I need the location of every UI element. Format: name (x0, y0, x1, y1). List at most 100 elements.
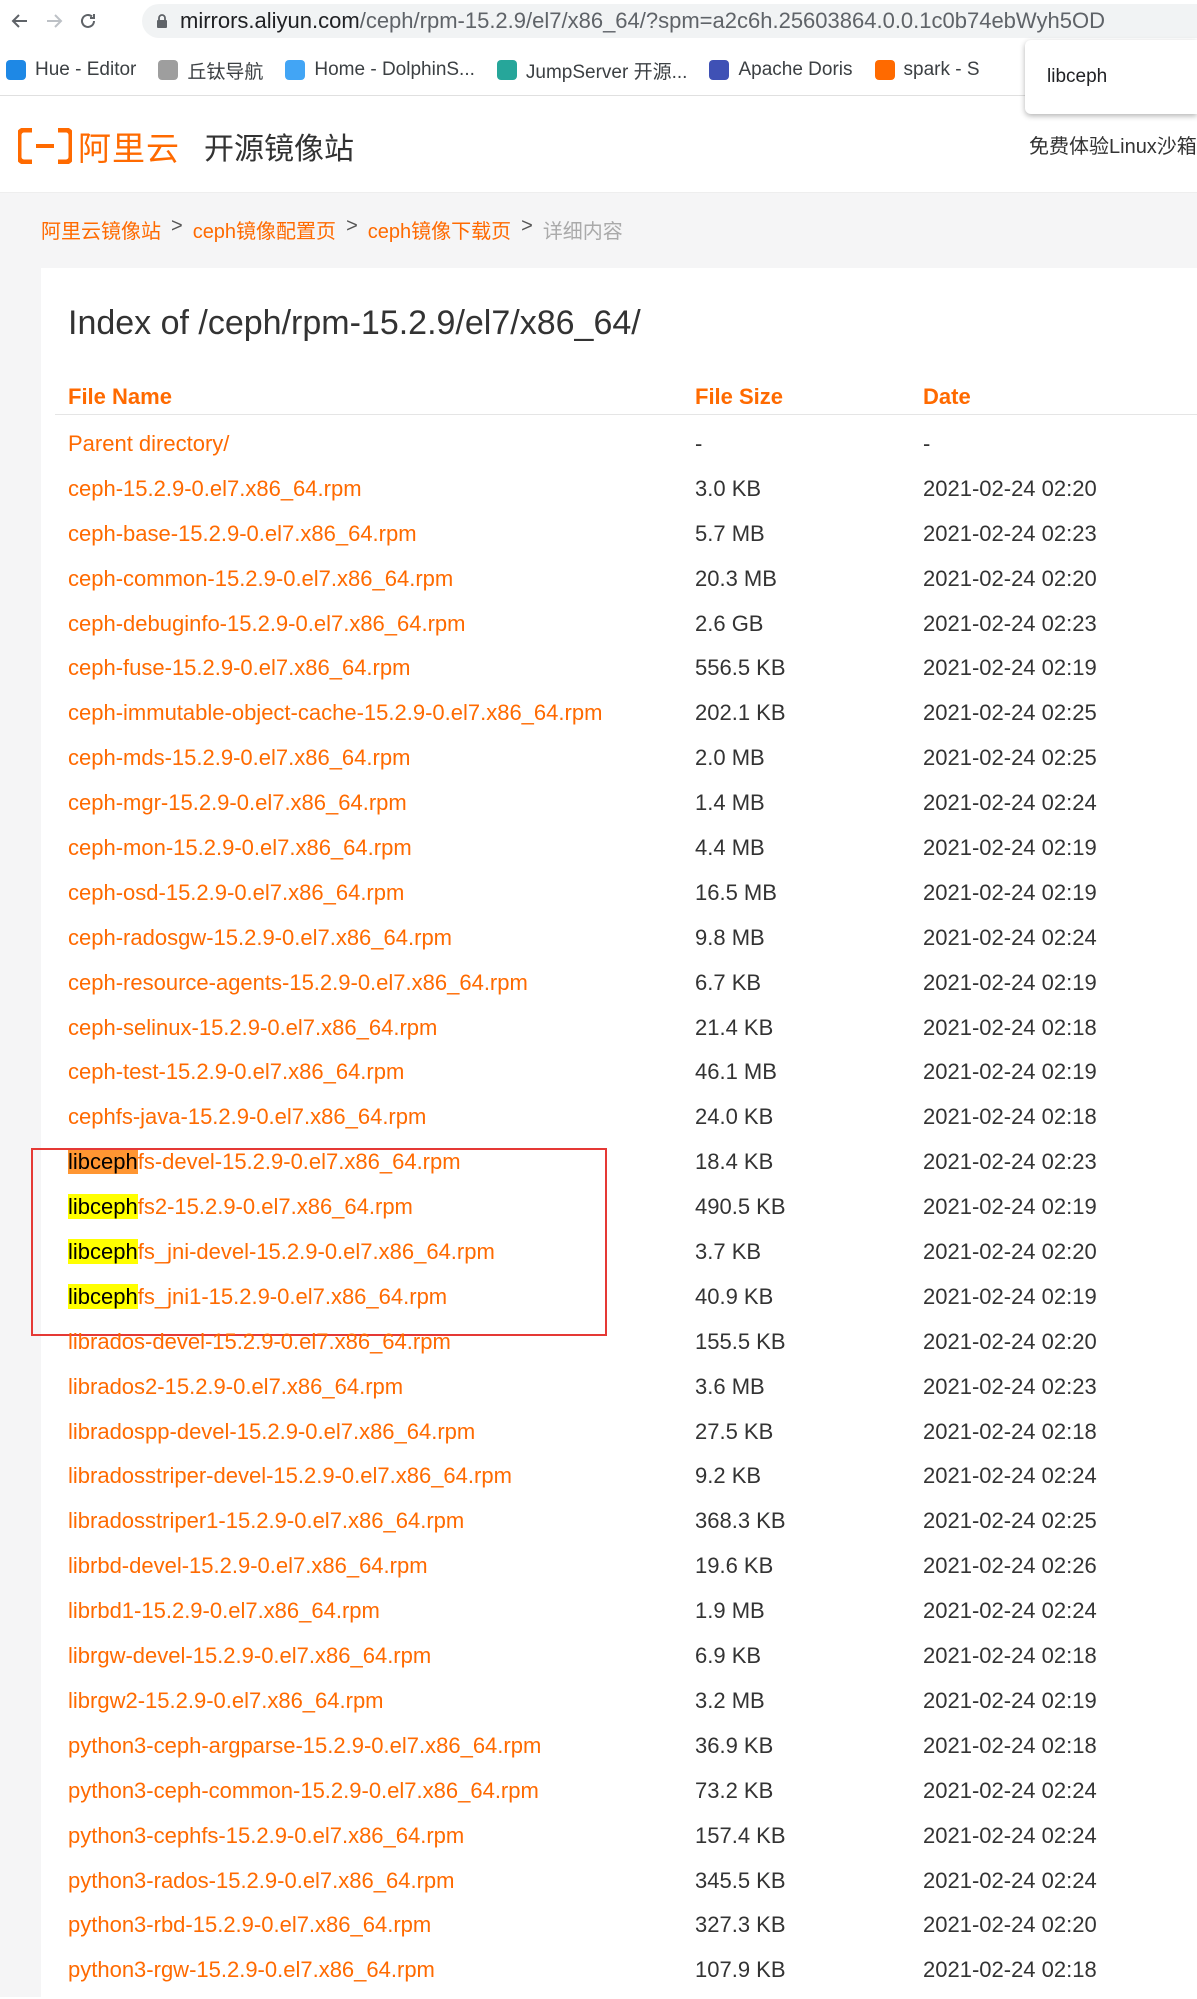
table-row: ceph-selinux-15.2.9-0.el7.x86_64.rpm 21.4… (41, 1012, 1197, 1057)
file-size: 107.9 KB (695, 1957, 786, 1983)
file-date: 2021-02-24 02:24 (923, 1598, 1097, 1624)
file-date: 2021-02-24 02:18 (923, 1104, 1097, 1130)
file-link[interactable]: libcephfs_jni1-15.2.9-0.el7.x86_64.rpm (68, 1283, 447, 1310)
sandbox-promo-link[interactable]: 免费体验Linux沙箱 (1029, 130, 1197, 159)
file-link[interactable]: librbd1-15.2.9-0.el7.x86_64.rpm (68, 1598, 380, 1624)
file-link[interactable]: librados-devel-15.2.9-0.el7.x86_64.rpm (68, 1329, 451, 1355)
file-link[interactable]: librbd-devel-15.2.9-0.el7.x86_64.rpm (68, 1553, 428, 1579)
file-link[interactable]: ceph-immutable-object-cache-15.2.9-0.el7… (68, 700, 602, 726)
file-link[interactable]: librados2-15.2.9-0.el7.x86_64.rpm (68, 1374, 403, 1400)
file-date: 2021-02-24 02:25 (923, 1508, 1097, 1534)
table-row: python3-rbd-15.2.9-0.el7.x86_64.rpm 327.3… (41, 1909, 1197, 1954)
file-link[interactable]: ceph-mon-15.2.9-0.el7.x86_64.rpm (68, 835, 412, 861)
file-date: 2021-02-24 02:24 (923, 1463, 1097, 1489)
file-link[interactable]: libradosstriper1-15.2.9-0.el7.x86_64.rpm (68, 1508, 464, 1534)
file-link-rest: fs2-15.2.9-0.el7.x86_64.rpm (137, 1194, 413, 1220)
table-row: python3-rados-15.2.9-0.el7.x86_64.rpm 345… (41, 1865, 1197, 1910)
file-link[interactable]: libcephfs2-15.2.9-0.el7.x86_64.rpm (68, 1194, 413, 1220)
file-link[interactable]: python3-rgw-15.2.9-0.el7.x86_64.rpm (68, 1957, 435, 1983)
file-link[interactable]: ceph-resource-agents-15.2.9-0.el7.x86_64… (68, 970, 528, 996)
file-date: 2021-02-24 02:19 (923, 835, 1097, 861)
file-date: 2021-02-24 02:20 (923, 475, 1097, 501)
aliyun-logo[interactable]: 阿里云 (18, 122, 180, 170)
find-in-page-bar[interactable]: libceph (1025, 40, 1197, 114)
browser-toolbar: mirrors.aliyun.com/ceph/rpm-15.2.9/el7/x… (0, 0, 1197, 42)
file-date: 2021-02-24 02:24 (923, 790, 1097, 816)
table-header: File Name File Size Date (55, 374, 1197, 415)
find-input[interactable]: libceph (1047, 66, 1107, 88)
breadcrumb-link-mirror-home[interactable]: 阿里云镜像站 (41, 215, 161, 244)
file-date: 2021-02-24 02:18 (923, 1643, 1097, 1669)
file-link[interactable]: librgw-devel-15.2.9-0.el7.x86_64.rpm (68, 1643, 431, 1669)
file-link[interactable]: ceph-fuse-15.2.9-0.el7.x86_64.rpm (68, 655, 410, 681)
reload-icon (81, 13, 95, 28)
table-row: cephfs-java-15.2.9-0.el7.x86_64.rpm 24.0 … (41, 1101, 1197, 1146)
table-row: ceph-mds-15.2.9-0.el7.x86_64.rpm 2.0 MB 20… (41, 742, 1197, 787)
file-size: 6.7 KB (695, 969, 762, 995)
table-row: ceph-base-15.2.9-0.el7.x86_64.rpm 5.7 MB 2… (41, 518, 1197, 563)
lock-icon (157, 14, 167, 28)
address-bar[interactable]: mirrors.aliyun.com/ceph/rpm-15.2.9/el7/x… (142, 4, 1197, 38)
file-date: 2021-02-24 02:23 (923, 1149, 1097, 1175)
file-date: 2021-02-24 02:20 (923, 1328, 1097, 1354)
file-link[interactable]: libcephfs-devel-15.2.9-0.el7.x86_64.rpm (68, 1149, 461, 1175)
file-link[interactable]: python3-rbd-15.2.9-0.el7.x86_64.rpm (68, 1912, 431, 1938)
bookmark-item[interactable]: Hue - Editor (6, 59, 136, 81)
file-size: 490.5 KB (695, 1194, 786, 1220)
hue-icon (6, 60, 26, 80)
file-date: 2021-02-24 02:19 (923, 1059, 1097, 1085)
file-link[interactable]: libradosstriper-devel-15.2.9-0.el7.x86_6… (68, 1463, 512, 1489)
file-link[interactable]: ceph-test-15.2.9-0.el7.x86_64.rpm (68, 1059, 404, 1085)
file-size: 345.5 KB (695, 1867, 786, 1893)
file-link[interactable]: ceph-mds-15.2.9-0.el7.x86_64.rpm (68, 745, 410, 771)
file-link[interactable]: python3-cephfs-15.2.9-0.el7.x86_64.rpm (68, 1823, 464, 1849)
file-size: 2.6 GB (695, 610, 764, 636)
breadcrumb-link-ceph-config[interactable]: ceph镜像配置页 (193, 215, 336, 244)
table-row: ceph-osd-15.2.9-0.el7.x86_64.rpm 16.5 MB 2… (41, 877, 1197, 922)
file-link[interactable]: ceph-selinux-15.2.9-0.el7.x86_64.rpm (68, 1015, 437, 1041)
breadcrumb: 阿里云镜像站 > ceph镜像配置页 > ceph镜像下载页 > 详细内容 (41, 215, 623, 244)
globe-icon (158, 60, 179, 80)
file-link[interactable]: ceph-mgr-15.2.9-0.el7.x86_64.rpm (68, 790, 407, 816)
bookmark-item[interactable]: Apache Doris (709, 59, 853, 81)
table-row: libcephfs2-15.2.9-0.el7.x86_64.rpm 490.5 … (41, 1191, 1197, 1236)
file-link[interactable]: ceph-common-15.2.9-0.el7.x86_64.rpm (68, 566, 453, 592)
breadcrumb-link-ceph-download[interactable]: ceph镜像下载页 (368, 215, 511, 244)
table-row: ceph-15.2.9-0.el7.x86_64.rpm 3.0 KB 2021-0… (41, 473, 1197, 518)
file-link[interactable]: ceph-osd-15.2.9-0.el7.x86_64.rpm (68, 880, 404, 906)
file-link[interactable]: python3-ceph-argparse-15.2.9-0.el7.x86_6… (68, 1733, 541, 1759)
file-link[interactable]: ceph-debuginfo-15.2.9-0.el7.x86_64.rpm (68, 611, 466, 637)
file-table: Parent directory/ - - ceph-15.2.9-0.el7.x86… (31, 428, 1197, 1999)
file-link[interactable]: python3-ceph-common-15.2.9-0.el7.x86_64.… (68, 1778, 539, 1804)
file-link[interactable]: libcephfs_jni-devel-15.2.9-0.el7.x86_64.… (68, 1239, 495, 1265)
file-link[interactable]: ceph-15.2.9-0.el7.x86_64.rpm (68, 476, 362, 502)
aliyun-logo-icon (18, 128, 72, 164)
back-button[interactable] (6, 7, 34, 35)
file-link[interactable]: ceph-radosgw-15.2.9-0.el7.x86_64.rpm (68, 925, 452, 951)
file-link-rest: fs_jni-devel-15.2.9-0.el7.x86_64.rpm (137, 1239, 495, 1265)
bookmark-label: Home - DolphinS... (314, 59, 475, 80)
bookmark-label: Hue - Editor (35, 59, 137, 80)
bookmark-item[interactable]: 丘钛导航 (158, 57, 263, 84)
file-link[interactable]: libradospp-devel-15.2.9-0.el7.x86_64.rpm (68, 1419, 475, 1445)
file-link[interactable]: cephfs-java-15.2.9-0.el7.x86_64.rpm (68, 1104, 426, 1130)
file-link[interactable]: librgw2-15.2.9-0.el7.x86_64.rpm (68, 1688, 384, 1714)
bookmark-item[interactable]: Home - DolphinS... (285, 59, 475, 81)
column-header-date: Date (923, 384, 971, 409)
file-size: 9.8 MB (695, 924, 765, 950)
file-date: 2021-02-24 02:24 (923, 1777, 1097, 1803)
bookmark-item[interactable]: spark - S (874, 59, 980, 81)
file-link[interactable]: ceph-base-15.2.9-0.el7.x86_64.rpm (68, 521, 417, 547)
bookmark-item[interactable]: JumpServer 开源... (496, 57, 687, 84)
file-size: 40.9 KB (695, 1283, 774, 1309)
file-size: 24.0 KB (695, 1104, 774, 1130)
table-row: python3-cephfs-15.2.9-0.el7.x86_64.rpm 15… (41, 1820, 1197, 1865)
file-size: 1.9 MB (695, 1598, 765, 1624)
file-link[interactable]: Parent directory/ (68, 431, 229, 457)
file-size: 20.3 MB (695, 565, 777, 591)
table-row: ceph-mon-15.2.9-0.el7.x86_64.rpm 4.4 MB 20… (41, 832, 1197, 877)
reload-button[interactable] (74, 7, 102, 35)
forward-button[interactable] (40, 7, 68, 35)
file-size: 202.1 KB (695, 700, 786, 726)
file-link[interactable]: python3-rados-15.2.9-0.el7.x86_64.rpm (68, 1868, 454, 1894)
